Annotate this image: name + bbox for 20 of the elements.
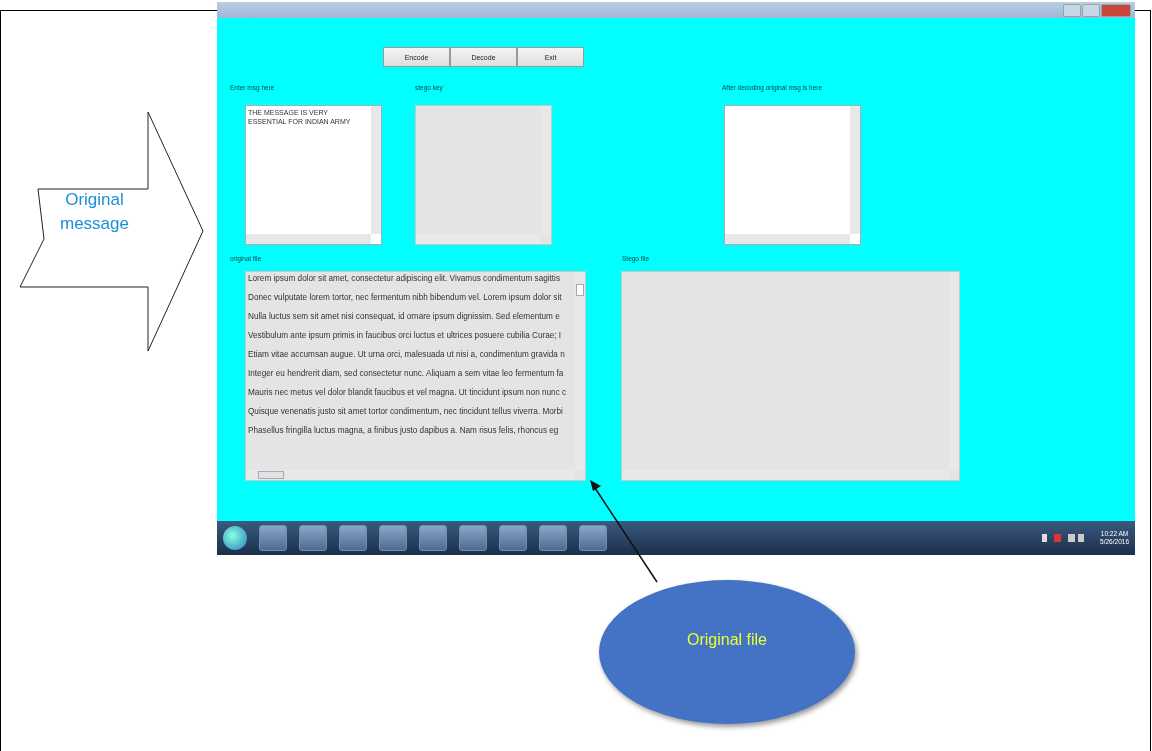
text-area[interactable] [724,105,861,245]
text-line: Mauris nec metus vel dolor blandit faucibus et vel magna. Ut tincidunt ipsum non nunc c [248,388,568,397]
text-line: Nulla luctus sem sit amet nisi consequat, id ornare ipsum dignissim. Sed elementum e [248,312,561,321]
text-line: Etiam vitae accumsan augue. Ut urna orci, malesuada ut nisi a, condimentum gravida n [248,350,566,359]
close-button[interactable] [1101,3,1131,17]
minimize-button[interactable] [1063,3,1081,17]
start-orb-icon[interactable] [223,526,247,550]
scroll-thumb[interactable] [258,471,284,479]
maximize-button[interactable] [1082,3,1100,17]
scroll-thumb[interactable] [576,284,584,296]
text-line: Vestibulum ante ipsum primis in faucibus orci luctus et ultrices posuere cubilia Curae; I [248,331,563,340]
text-area[interactable] [245,271,586,481]
text-line: Phasellus fringilla luctus magna, a finibus justo dapibus a. Nam risus felis, rhoncus eg [248,426,560,435]
text-line: Donec vulputate lorem tortor, nec fermentum nibh bibendum vel. Lorem ipsum dolor sit [248,293,563,302]
text-line: Quisque venenatis justo sit amet tortor condimentum, nec tincidunt tellus viverra. Morbi [248,407,564,416]
text-line: Lorem ipsum dolor sit amet, consectetur adipiscing elit. Vivamus condimentum sagittis [248,274,562,283]
ellipse-label: Original file [599,580,855,724]
tray-icons[interactable] [1042,534,1085,542]
text-line: Integer eu hendrerit diam, sed consectetur nunc. Aliquam a sem vitae leo fermentum fa [248,369,565,378]
callout-text: Original message [60,189,129,235]
